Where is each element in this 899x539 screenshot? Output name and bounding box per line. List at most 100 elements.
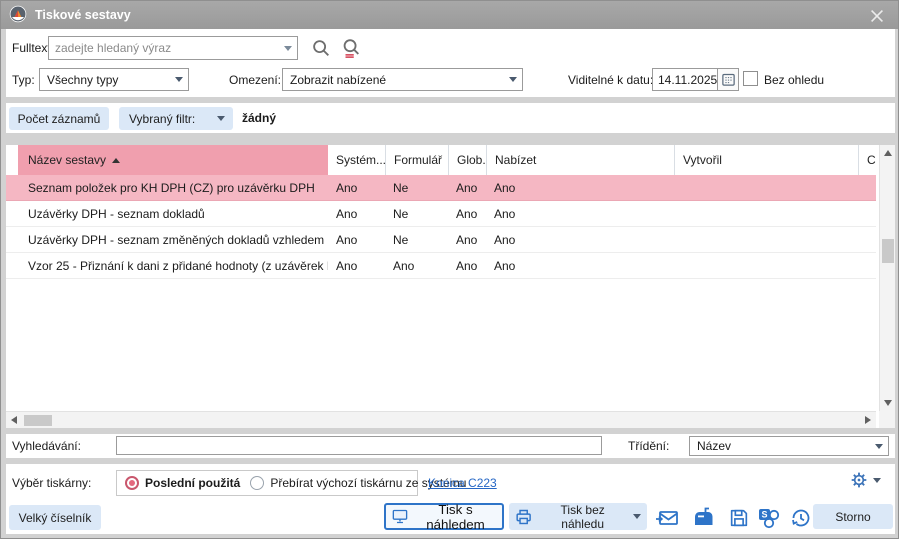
printer-choice-label: Výběr tiskárny: (12, 476, 91, 490)
column-header-label: Glob... (457, 153, 486, 167)
printer-link[interactable]: Konica C223 (428, 476, 497, 490)
svg-text:S: S (761, 510, 767, 520)
vertical-scrollbar[interactable] (879, 145, 895, 411)
print-reports-dialog: Tiskové sestavy Fulltext Typ: Všechny ty… (0, 0, 899, 539)
search-icon[interactable] (308, 35, 334, 61)
restriction-label: Omezení: (229, 73, 281, 87)
column-header-system[interactable]: Systém... (328, 145, 385, 175)
scroll-down-icon[interactable] (880, 395, 896, 411)
table-row[interactable]: Uzávěrky DPH - seznam změněných dokladů … (6, 227, 876, 253)
regardless-label: Bez ohledu (764, 73, 824, 87)
table-cell: Ano (328, 233, 385, 247)
sort-chevron-down-icon[interactable] (870, 437, 888, 455)
type-select[interactable]: Všechny typy (39, 68, 189, 91)
column-header-offer[interactable]: Nabízet (486, 145, 674, 175)
search-label: Vyhledávání: (12, 439, 81, 453)
column-header-name[interactable]: Název sestavy (18, 145, 328, 175)
record-count-button[interactable]: Počet záznamů (9, 107, 109, 130)
table-cell: Ano (328, 207, 385, 221)
print-preview-button[interactable]: Tisk s náhledem (384, 503, 504, 530)
radio-system-default[interactable] (250, 476, 264, 490)
table-cell: Ano (486, 233, 674, 247)
vertical-scroll-thumb[interactable] (882, 239, 894, 263)
gear-icon (849, 470, 869, 490)
regardless-checkbox[interactable] (743, 71, 758, 86)
horizontal-scroll-thumb[interactable] (24, 415, 52, 426)
restriction-select[interactable]: Zobrazit nabízené (282, 68, 523, 91)
printer-icon (515, 508, 532, 526)
table-row[interactable]: Vzor 25 - Přiznání k dani z přidané hodn… (6, 253, 876, 279)
table-body: Seznam položek pro KH DPH (CZ) pro uzávě… (6, 175, 876, 411)
table-cell: Ano (448, 207, 486, 221)
fulltext-chevron-down-icon[interactable] (279, 37, 297, 59)
column-header-global[interactable]: Glob... (448, 145, 486, 175)
column-header-form[interactable]: Formulář (385, 145, 448, 175)
s3-export-icon[interactable]: S (756, 505, 782, 531)
selected-filter-dropdown[interactable]: Vybraný filtr: (119, 107, 233, 130)
fulltext-input[interactable] (49, 41, 279, 55)
radio-last-used[interactable] (125, 476, 139, 490)
scrollbar-corner (879, 411, 895, 428)
history-icon[interactable] (788, 505, 814, 531)
column-header-label: Formulář (394, 153, 442, 167)
horizontal-scrollbar[interactable] (6, 411, 876, 428)
column-header-label: C (867, 153, 876, 167)
sort-select[interactable]: Název (689, 436, 889, 456)
window-title: Tiskové sestavy (35, 8, 131, 22)
table-cell: Ano (486, 207, 674, 221)
table-cell: Vzor 25 - Přiznání k dani z přidané hodn… (18, 259, 328, 273)
sort-label: Třídění: (628, 439, 669, 453)
app-logo-icon (9, 5, 27, 26)
search-highlight-icon[interactable] (338, 35, 364, 61)
selected-filter-value: žádný (242, 111, 276, 125)
scroll-up-icon[interactable] (880, 145, 896, 161)
table-row[interactable]: Uzávěrky DPH - seznam dokladůAnoNeAnoAno (6, 201, 876, 227)
table-cell: Uzávěrky DPH - seznam dokladů (18, 207, 328, 221)
table-cell: Ne (385, 181, 448, 195)
reports-table: Název sestavy Systém... Formulář Glob...… (6, 145, 895, 428)
table-cell: Ano (448, 181, 486, 195)
search-sort-row: Vyhledávání: Třídění: Název (6, 434, 895, 458)
save-icon[interactable] (726, 505, 752, 531)
quick-search-field[interactable] (116, 436, 602, 455)
table-row[interactable]: Seznam položek pro KH DPH (CZ) pro uzávě… (6, 175, 876, 201)
type-chevron-down-icon[interactable] (170, 69, 188, 90)
table-cell: Ano (448, 233, 486, 247)
quick-search-input[interactable] (117, 439, 601, 453)
type-label: Typ: (12, 73, 35, 87)
close-icon[interactable] (866, 5, 888, 27)
settings-chevron-down-icon (873, 478, 881, 483)
table-cell: Ano (486, 259, 674, 273)
cancel-button[interactable]: Storno (813, 504, 893, 529)
print-direct-chevron-down-icon (633, 514, 641, 519)
filter-chevron-down-icon (217, 116, 225, 121)
printer-options-group: Poslední použitá Přebírat výchozí tiskár… (116, 470, 418, 496)
selected-filter-label: Vybraný filtr: (129, 112, 195, 126)
printer-footer-section: Výběr tiskárny: Poslední použitá Přebíra… (6, 464, 895, 534)
visible-date-value: 14.11.2025 (658, 73, 717, 87)
column-header-label: Systém... (336, 153, 385, 167)
table-cell: Ano (328, 259, 385, 273)
sort-ascending-icon (112, 158, 120, 163)
table-header: Název sestavy Systém... Formulář Glob...… (6, 145, 895, 175)
monitor-icon (392, 508, 408, 525)
column-header-label: Název sestavy (28, 153, 106, 167)
column-header-label: Vytvořil (683, 153, 722, 167)
send-email-icon[interactable] (654, 505, 680, 531)
column-header-created-by[interactable]: Vytvořil (674, 145, 858, 175)
table-cell: Uzávěrky DPH - seznam změněných dokladů … (18, 233, 328, 247)
calendar-icon[interactable] (717, 69, 738, 90)
fulltext-combobox[interactable] (48, 36, 298, 60)
table-cell: Ne (385, 207, 448, 221)
records-bar: Počet záznamů Vybraný filtr: žádný (6, 103, 895, 133)
big-list-button[interactable]: Velký číselník (9, 505, 101, 530)
scroll-right-icon[interactable] (860, 412, 876, 428)
visible-date-field[interactable]: 14.11.2025 (652, 68, 739, 91)
scroll-left-icon[interactable] (6, 412, 22, 428)
titlebar[interactable]: Tiskové sestavy (1, 1, 898, 29)
table-cell: Ano (486, 181, 674, 195)
settings-control[interactable] (849, 470, 881, 490)
print-direct-button[interactable]: Tisk bez náhledu (509, 503, 647, 530)
mailbox-icon[interactable] (690, 505, 716, 531)
restriction-chevron-down-icon[interactable] (504, 69, 522, 90)
